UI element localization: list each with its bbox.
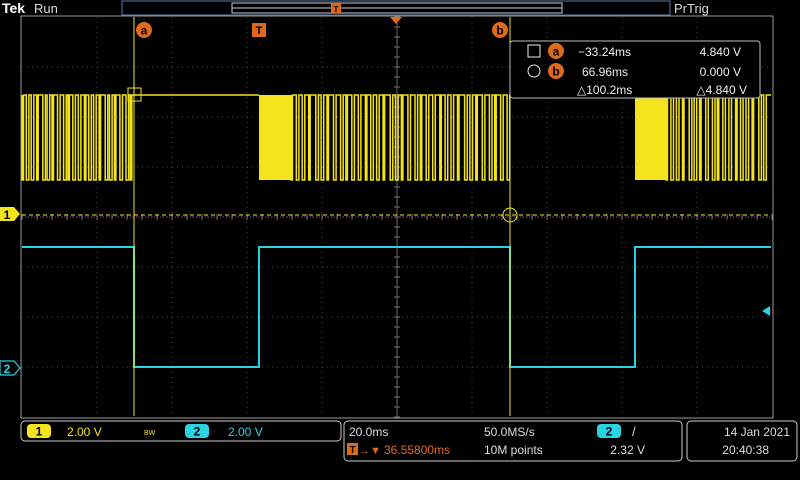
cursor-b-value: 0.000 V — [700, 65, 741, 79]
expansion-point-icon[interactable] — [390, 17, 402, 24]
time: 20:40:38 — [722, 443, 769, 457]
ch1-ground-marker[interactable]: 1 — [0, 207, 20, 222]
cursor-a-tag[interactable]: a — [136, 22, 152, 38]
trigger-source-label: 2 — [606, 425, 613, 439]
cursor-b-time: 66.96ms — [582, 65, 628, 79]
ch2-badge-label: 2 — [194, 425, 201, 439]
vertical-settings-panel[interactable]: 1 2.00 V BW 2 2.00 V — [20, 420, 342, 442]
trigger-level: 2.32 V — [610, 443, 645, 457]
ch2-scale: 2.00 V — [228, 425, 263, 439]
cursor-a-time: −33.24ms — [578, 45, 631, 59]
cursor-b-tag[interactable]: b — [492, 22, 508, 38]
ch1-badge-label: 1 — [36, 425, 43, 439]
overview-trigger-letter: T — [334, 5, 339, 14]
timebase-scale: 20.0ms — [349, 425, 388, 439]
readout-b-letter: b — [552, 65, 559, 79]
trigger-position-arrow-icon: →▼ — [359, 445, 381, 457]
trigger-tag-letter: T — [256, 25, 263, 37]
brand-logo: Tek — [2, 0, 25, 16]
sample-rate: 50.0MS/s — [484, 425, 535, 439]
trigger-position-tag[interactable]: T — [252, 23, 266, 37]
ch2-ground-marker[interactable]: 2 — [0, 360, 21, 376]
ch1-dense-burst — [635, 95, 666, 180]
oscilloscope-screen: Tek Run T PrTrig a T b 1 2 a −33.24ms 4.… — [0, 0, 798, 462]
cursor-delta-value: △4.840 V — [696, 83, 747, 97]
top-bar: Tek Run T PrTrig — [2, 0, 709, 16]
ch1-bandwidth-limit-icon: BW — [144, 430, 156, 437]
ch2-trigger-level-arrow[interactable] — [762, 306, 770, 316]
horizontal-trigger-panel[interactable]: 20.0ms 50.0MS/s T →▼ 36.55800ms 10M poin… — [343, 420, 683, 462]
trigger-slope-rising-icon: / — [632, 424, 636, 439]
ch1-scale: 2.00 V — [67, 425, 102, 439]
cursor-a-tag-letter: a — [141, 24, 148, 38]
cursor-a-value: 4.840 V — [700, 45, 741, 59]
cursor-b-tag-letter: b — [496, 24, 503, 38]
cursor-delta-time: △100.2ms — [577, 83, 632, 97]
record-length: 10M points — [484, 443, 543, 457]
trigger-badge-letter: T — [349, 445, 355, 456]
ch2-ground-marker-label: 2 — [4, 362, 11, 376]
trigger-position: 36.55800ms — [384, 443, 450, 457]
run-state[interactable]: Run — [34, 1, 58, 16]
trigger-mode[interactable]: PrTrig — [674, 1, 709, 16]
readout-a-letter: a — [553, 45, 560, 59]
ch1-dense-burst — [259, 95, 291, 180]
ch1-ground-marker-label: 1 — [4, 208, 11, 222]
date: 14 Jan 2021 — [724, 425, 790, 439]
date-time-panel: 14 Jan 2021 20:40:38 — [686, 420, 798, 462]
cursor-readout-box: a −33.24ms 4.840 V b 66.96ms 0.000 V △10… — [509, 40, 761, 99]
